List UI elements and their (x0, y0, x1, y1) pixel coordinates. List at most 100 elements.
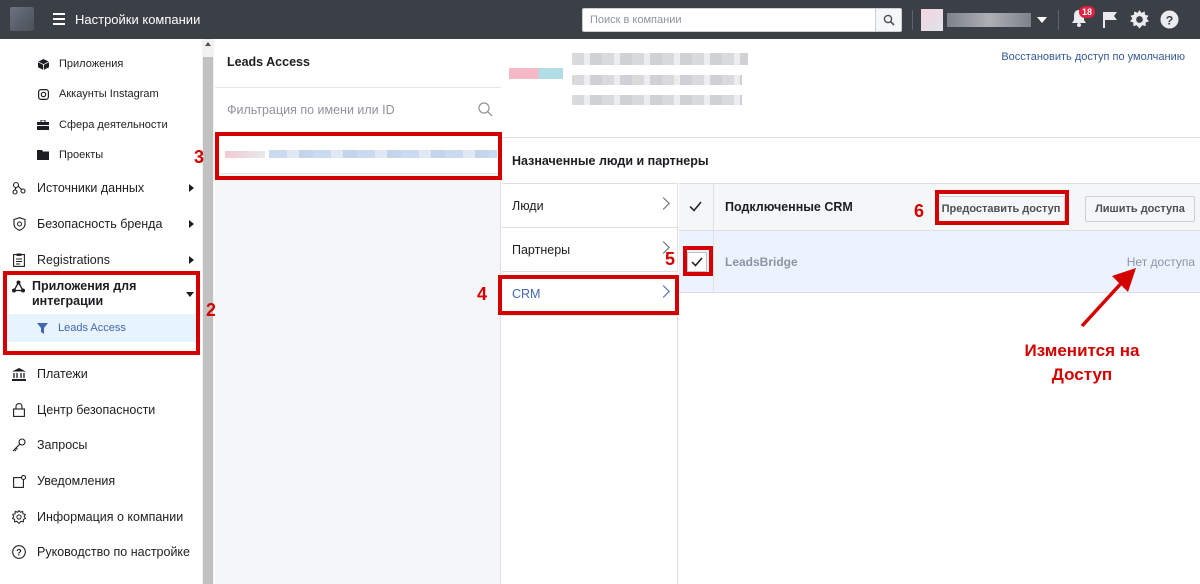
tab-label: Люди (512, 198, 544, 213)
svg-text:?: ? (1166, 13, 1174, 27)
highlight-box-2 (3, 271, 200, 355)
divider (713, 184, 714, 232)
filter-input[interactable] (227, 100, 467, 120)
sidebar-item-payments[interactable]: Платежи (12, 364, 196, 384)
assignee-tabs: Люди Партнеры CRM (502, 183, 678, 584)
briefcase-icon (37, 120, 49, 130)
select-all-checkbox[interactable] (689, 201, 702, 215)
sidebar-item-projects[interactable]: Проекты (37, 146, 103, 164)
tab-partners[interactable]: Партнеры (502, 228, 678, 272)
crm-name: LeadsBridge (725, 255, 798, 269)
lock-icon (12, 403, 26, 417)
asset-image-blurred (509, 68, 563, 79)
company-search (582, 8, 902, 32)
column-title: Leads Access (227, 55, 310, 69)
sidebar-item-business-area[interactable]: Сфера деятельности (37, 116, 168, 134)
highlight-box-3 (215, 132, 502, 180)
sidebar-item-brand-safety[interactable]: Безопасность бренда (12, 214, 196, 234)
chevron-right-icon (657, 197, 670, 210)
scroll-up-arrow-icon[interactable] (205, 42, 211, 46)
sidebar-item-label: Центр безопасности (37, 403, 156, 417)
table-title: Подключенные CRM (725, 200, 853, 214)
arrow-right-icon (189, 256, 194, 264)
annotation-note: Изменится на Доступ (996, 339, 1168, 387)
tab-people[interactable]: Люди (502, 184, 678, 228)
bank-icon (12, 367, 26, 381)
top-bar: Настройки компании 18 ? (0, 0, 1200, 39)
cube-icon (37, 58, 49, 70)
account-name-blurred (947, 13, 1031, 27)
sidebar-item-label: Приложения (59, 58, 124, 70)
annotation-line-1: Изменится на (1024, 341, 1140, 360)
sidebar-item-label: Безопасность бренда (37, 217, 163, 231)
divider (713, 231, 714, 293)
sidebar-item-label: Registrations (37, 253, 110, 267)
flag-icon (1103, 12, 1117, 28)
highlight-box-4 (498, 275, 679, 315)
search-icon[interactable] (478, 102, 493, 120)
annotation-arrow-icon (1080, 268, 1136, 328)
help-icon: ? (1160, 10, 1179, 29)
arrow-right-icon (189, 184, 194, 192)
question-icon: ? (12, 545, 26, 559)
sidebar-item-apps[interactable]: Приложения (37, 55, 123, 73)
section-title: Назначенные люди и партнеры (512, 154, 709, 168)
key-icon (12, 438, 26, 452)
sidebar-item-instagram[interactable]: Аккаунты Instagram (37, 85, 159, 103)
scrollbar-thumb[interactable] (203, 57, 213, 584)
topbar-divider (912, 10, 913, 30)
instagram-icon (37, 88, 49, 100)
sidebar-item-notifications[interactable]: Уведомления (12, 471, 196, 491)
sidebar-item-label: Аккаунты Instagram (59, 88, 159, 100)
divider (502, 137, 1200, 138)
settings-button[interactable] (1130, 10, 1149, 32)
sidebar-item-label: Источники данных (37, 181, 145, 195)
arrow-right-icon (189, 220, 194, 228)
sidebar-item-label: Уведомления (37, 474, 116, 488)
clipboard-icon (12, 253, 26, 267)
sidebar-item-company-info[interactable]: Информация о компании (12, 507, 196, 527)
revoke-access-button[interactable]: Лишить доступа (1085, 196, 1195, 222)
step-number-4: 4 (477, 284, 488, 304)
search-icon (883, 14, 895, 26)
column-header: Leads Access (215, 39, 501, 87)
search-button[interactable] (875, 9, 901, 31)
flag-button[interactable] (1102, 11, 1118, 31)
business-logo[interactable] (10, 7, 34, 31)
help-button[interactable]: ? (1160, 10, 1179, 32)
tab-label: Партнеры (512, 242, 571, 257)
restore-default-access-link[interactable]: Восстановить доступ по умолчанию (1001, 51, 1185, 63)
step-number-3: 3 (194, 147, 205, 167)
sidebar-item-label: Проекты (59, 149, 104, 161)
asset-detail-blurred (572, 95, 742, 105)
sidebar-item-label: Платежи (37, 367, 88, 381)
step-number-5: 5 (665, 249, 676, 269)
search-input[interactable] (583, 9, 873, 31)
sidebar-item-label: Информация о компании (37, 510, 184, 524)
gear-icon (1130, 10, 1149, 29)
sidebar-item-security-center[interactable]: Центр безопасности (12, 400, 196, 420)
step-number-6: 6 (914, 201, 925, 221)
assets-column: Leads Access (215, 39, 501, 584)
sidebar-item-label: Запросы (37, 438, 88, 452)
svg-text:?: ? (16, 548, 22, 558)
highlight-box-6 (935, 190, 1069, 225)
notifications-icon (12, 474, 26, 488)
avatar (921, 9, 943, 31)
menu-icon[interactable] (53, 13, 65, 25)
sidebar-item-registrations[interactable]: Registrations (12, 250, 196, 270)
sidebar-item-label: Руководство по настройке (37, 545, 190, 559)
caret-down-icon (1037, 17, 1047, 23)
shield-icon (12, 217, 26, 231)
asset-detail-blurred (572, 75, 742, 85)
sidebar-item-data-sources[interactable]: Источники данных (12, 178, 196, 198)
asset-name-blurred (572, 53, 748, 65)
sidebar-item-setup-guide[interactable]: ? Руководство по настройке (12, 542, 196, 562)
filter-box (215, 87, 501, 133)
sidebar-item-requests[interactable]: Запросы (12, 435, 196, 455)
sidebar-item-label: Сфера деятельности (59, 119, 168, 131)
account-switcher[interactable] (921, 9, 1049, 31)
data-sources-icon (12, 181, 26, 195)
folder-icon (37, 150, 49, 160)
highlight-box-5 (683, 246, 713, 276)
